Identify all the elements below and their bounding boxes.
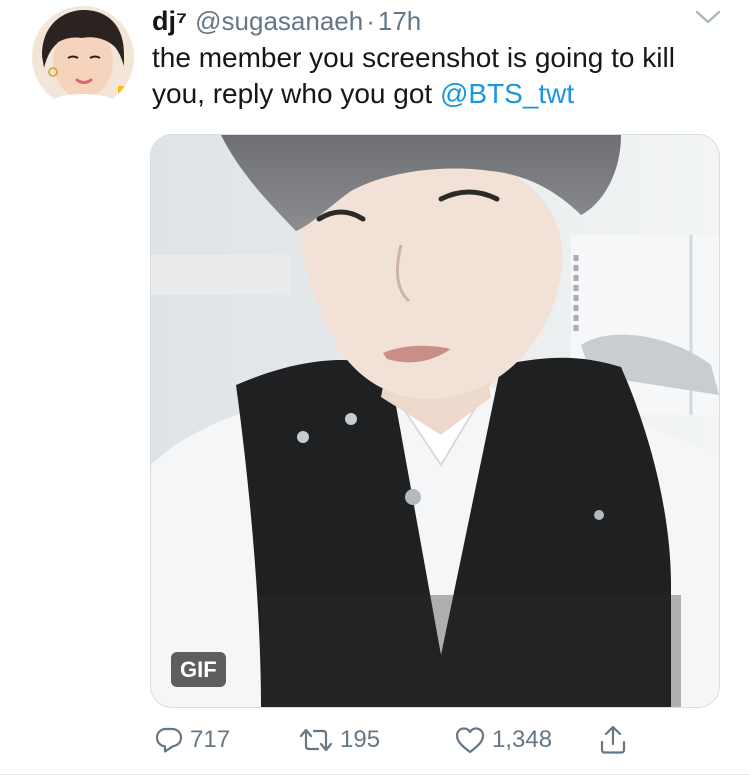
tweet[interactable]: dj⁷ @sugasanaeh · 17h the member you scr… xyxy=(0,0,750,778)
tweet-header: dj⁷ @sugasanaeh · 17h xyxy=(152,6,421,36)
retweet-count: 195 xyxy=(340,726,381,753)
retweet-icon xyxy=(299,728,333,752)
heart-icon xyxy=(455,727,485,754)
reply-count: 717 xyxy=(190,726,231,753)
share-button[interactable] xyxy=(598,722,634,758)
gif-frame-image xyxy=(151,135,719,707)
user-handle[interactable]: @sugasanaeh xyxy=(195,6,363,37)
tweet-text: the member you screenshot is going to ki… xyxy=(152,40,732,112)
display-name[interactable]: dj⁷ xyxy=(152,6,187,37)
like-button[interactable]: 1,348 xyxy=(454,722,552,758)
share-icon xyxy=(600,725,626,754)
timestamp[interactable]: 17h xyxy=(378,6,421,37)
reply-icon xyxy=(155,727,183,753)
separator-dot: · xyxy=(366,6,375,36)
avatar[interactable] xyxy=(32,6,134,108)
retweet-button[interactable]: 195 xyxy=(298,722,380,758)
like-count: 1,348 xyxy=(492,726,553,753)
bottom-divider xyxy=(0,774,750,775)
chevron-down-icon[interactable] xyxy=(694,8,722,26)
tweet-actions: 717 195 1,348 xyxy=(150,722,670,758)
gif-badge: GIF xyxy=(171,652,226,687)
tweet-body: the member you screenshot is going to ki… xyxy=(152,42,675,109)
reply-button[interactable]: 717 xyxy=(154,722,230,758)
mention-link[interactable]: @BTS_twt xyxy=(440,78,574,109)
tweet-media-gif[interactable]: GIF xyxy=(150,134,720,708)
